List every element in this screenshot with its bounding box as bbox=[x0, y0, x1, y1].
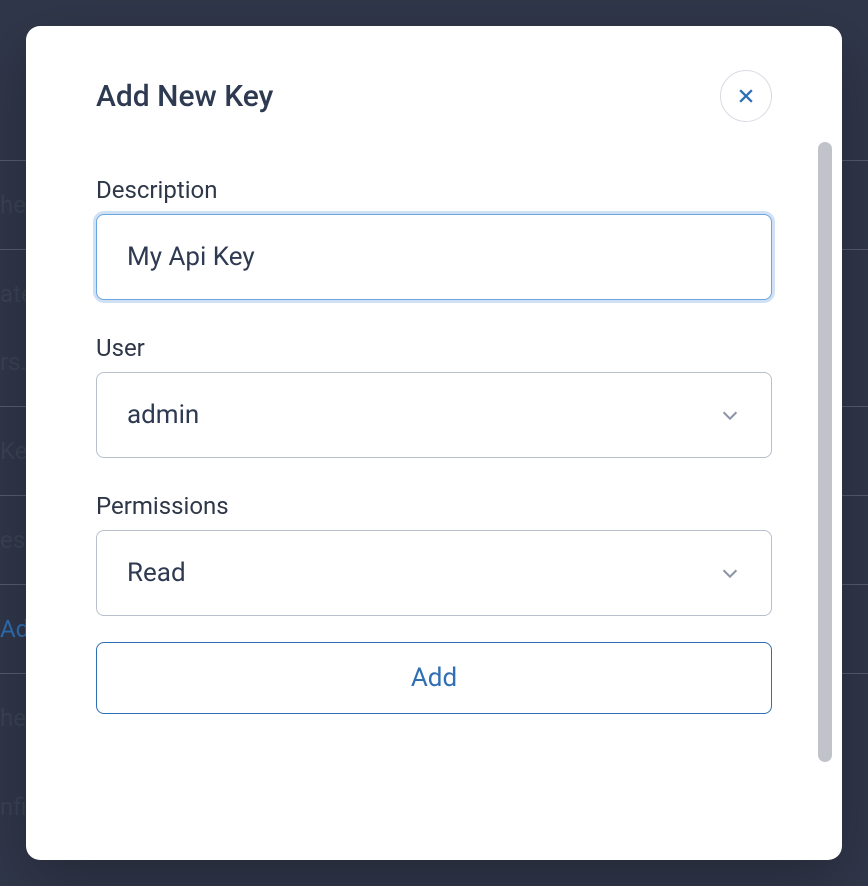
add-new-key-modal: Add New Key Description User admin Permi… bbox=[26, 26, 842, 860]
modal-title: Add New Key bbox=[96, 79, 273, 114]
close-button[interactable] bbox=[720, 70, 772, 122]
user-selected-value: admin bbox=[127, 400, 199, 430]
user-label: User bbox=[96, 334, 772, 362]
chevron-down-icon bbox=[719, 404, 741, 426]
permissions-selected-value: Read bbox=[127, 558, 186, 588]
chevron-down-icon bbox=[719, 562, 741, 584]
permissions-group: Permissions Read bbox=[96, 492, 772, 616]
modal-body: Description User admin Permissions Read … bbox=[26, 142, 842, 860]
permissions-select[interactable]: Read bbox=[96, 530, 772, 616]
permissions-label: Permissions bbox=[96, 492, 772, 520]
user-select[interactable]: admin bbox=[96, 372, 772, 458]
modal-header: Add New Key bbox=[26, 26, 842, 142]
description-group: Description bbox=[96, 176, 772, 300]
description-label: Description bbox=[96, 176, 772, 204]
description-input[interactable] bbox=[96, 214, 772, 300]
add-button[interactable]: Add bbox=[96, 642, 772, 714]
close-icon bbox=[736, 86, 756, 106]
scrollbar[interactable] bbox=[818, 142, 832, 762]
user-group: User admin bbox=[96, 334, 772, 458]
